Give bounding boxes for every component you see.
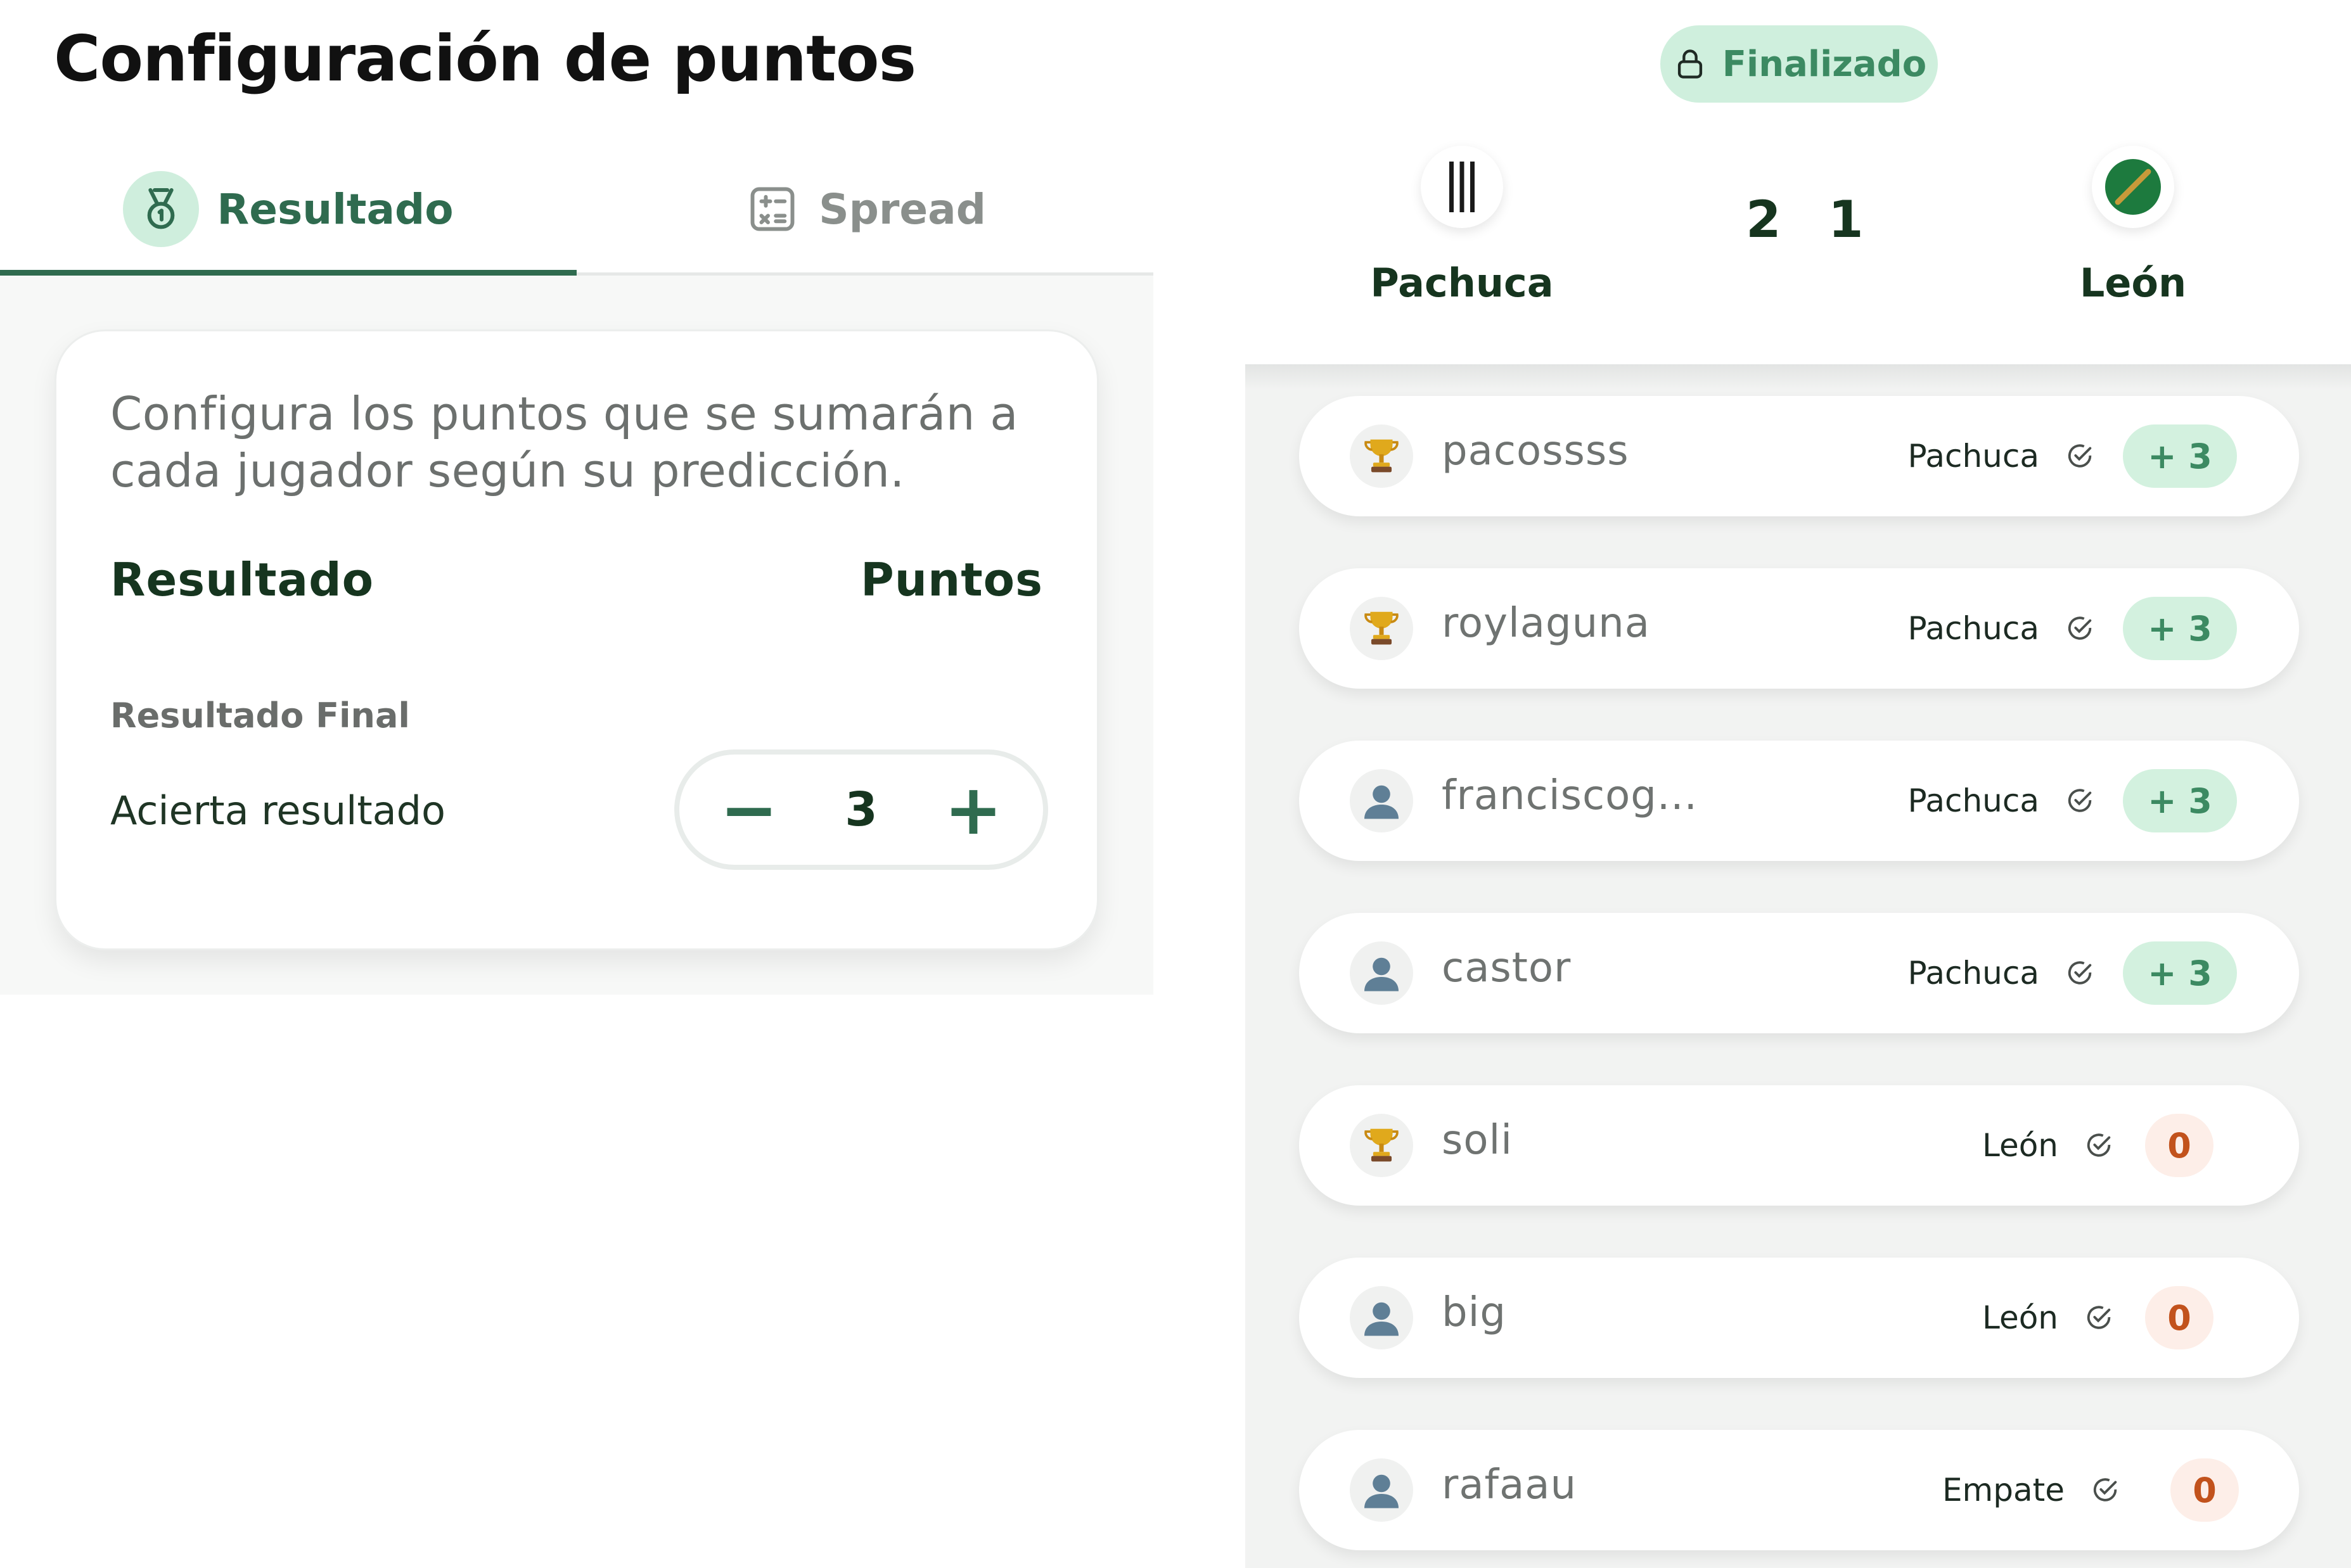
user-icon	[1350, 1286, 1413, 1349]
leon-logo-icon	[2092, 146, 2174, 228]
pachuca-logo-icon	[1421, 146, 1503, 228]
points-badge: + 3	[2123, 941, 2237, 1005]
points-config-panel: Configuración de puntos Resultado Spread…	[0, 0, 1153, 1568]
check-circle-icon	[2065, 613, 2096, 644]
lock-icon	[1677, 49, 1702, 79]
match-panel: Finalizado Pachuca 2 1 León pacossss Pac…	[1245, 0, 2351, 1568]
pick-label: León	[1982, 1127, 2058, 1164]
prediction-username: soli	[1442, 1117, 1513, 1164]
away-score: 1	[1828, 190, 1864, 249]
prediction-row[interactable]: franciscog... Pachuca + 3	[1299, 741, 2299, 861]
check-circle-icon	[2065, 440, 2096, 472]
medal-icon	[123, 171, 200, 247]
status-text: Finalizado	[1722, 43, 1927, 85]
column-header-points: Puntos	[860, 553, 1043, 606]
away-team-name: León	[2079, 260, 2187, 306]
points-stepper: − 3 +	[674, 749, 1048, 870]
check-circle-icon	[2065, 785, 2096, 817]
away-team[interactable]: León	[2028, 146, 2238, 306]
rule-label: Acierta resultado	[110, 787, 445, 834]
points-value: 3	[845, 782, 878, 837]
points-badge: + 3	[2123, 769, 2237, 832]
home-team[interactable]: Pachuca	[1357, 146, 1566, 306]
prediction-pick: Pachuca	[1907, 913, 2096, 1033]
calculator-icon	[744, 181, 801, 238]
points-badge: 0	[2170, 1458, 2239, 1522]
pick-label: Empate	[1942, 1472, 2065, 1508]
check-circle-icon	[2090, 1474, 2122, 1506]
trophy-icon	[1350, 424, 1413, 488]
tab-bar: Resultado Spread	[0, 146, 1153, 276]
home-team-name: Pachuca	[1370, 260, 1554, 306]
points-badge: + 3	[2123, 597, 2237, 660]
pick-label: Pachuca	[1907, 782, 2039, 819]
prediction-row[interactable]: castor Pachuca + 3	[1299, 913, 2299, 1033]
active-tab-indicator	[0, 270, 577, 276]
user-icon	[1350, 941, 1413, 1005]
tab-resultado[interactable]: Resultado	[0, 146, 577, 272]
tab-spread-label: Spread	[819, 184, 986, 234]
tab-spread[interactable]: Spread	[577, 146, 1153, 272]
screen: Configuración de puntos Resultado Spread…	[0, 0, 2351, 1568]
status-badge: Finalizado	[1660, 25, 1938, 103]
prediction-row[interactable]: rafaau Empate 0	[1299, 1430, 2299, 1550]
pick-label: León	[1982, 1299, 2058, 1336]
prediction-pick: Pachuca	[1907, 568, 2096, 689]
pick-label: Pachuca	[1907, 955, 2039, 991]
prediction-username: rafaau	[1442, 1462, 1577, 1508]
page-title: Configuración de puntos	[54, 22, 916, 96]
check-circle-icon	[2065, 957, 2096, 989]
pick-label: Pachuca	[1907, 610, 2039, 647]
prediction-row[interactable]: big León 0	[1299, 1258, 2299, 1378]
prediction-row[interactable]: soli León 0	[1299, 1085, 2299, 1206]
home-score: 2	[1746, 190, 1781, 249]
points-badge: + 3	[2123, 424, 2237, 488]
config-description: Configura los puntos que se sumarán a ca…	[110, 387, 1018, 497]
prediction-pick: Pachuca	[1907, 741, 2096, 861]
column-header-result: Resultado	[110, 553, 375, 606]
prediction-pick: Pachuca	[1907, 396, 2096, 516]
decrement-button[interactable]: −	[711, 775, 787, 845]
trophy-icon	[1350, 597, 1413, 660]
points-config-card: Configura los puntos que se sumarán a ca…	[54, 329, 1099, 950]
prediction-pick: Empate	[1942, 1430, 2122, 1550]
check-circle-icon	[2084, 1130, 2115, 1161]
prediction-username: roylaguna	[1442, 600, 1650, 647]
prediction-username: big	[1442, 1289, 1507, 1336]
prediction-pick: León	[1982, 1258, 2115, 1378]
points-badge: 0	[2145, 1114, 2213, 1177]
prediction-pick: León	[1982, 1085, 2115, 1206]
user-icon	[1350, 769, 1413, 832]
points-badge: 0	[2145, 1286, 2213, 1349]
prediction-username: pacossss	[1442, 428, 1629, 475]
pick-label: Pachuca	[1907, 438, 2039, 475]
prediction-username: franciscog...	[1442, 772, 1698, 819]
section-label: Resultado Final	[110, 696, 410, 736]
prediction-row[interactable]: pacossss Pachuca + 3	[1299, 396, 2299, 516]
user-icon	[1350, 1458, 1413, 1522]
header-shadow	[1245, 364, 2351, 390]
prediction-row[interactable]: roylaguna Pachuca + 3	[1299, 568, 2299, 689]
check-circle-icon	[2084, 1302, 2115, 1334]
trophy-icon	[1350, 1114, 1413, 1177]
prediction-username: castor	[1442, 945, 1572, 991]
tab-resultado-label: Resultado	[217, 184, 454, 234]
increment-button[interactable]: +	[935, 775, 1011, 845]
